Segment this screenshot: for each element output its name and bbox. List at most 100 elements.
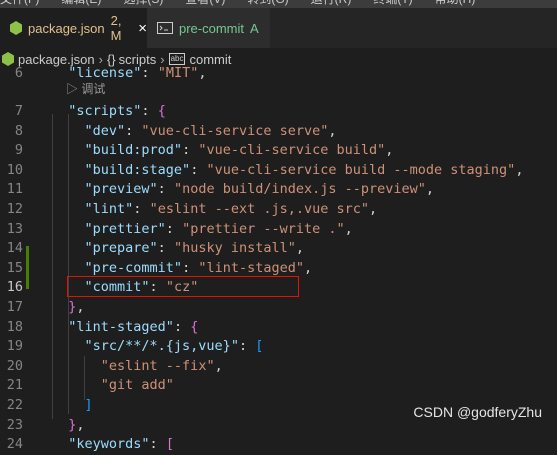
code-token: :	[182, 142, 199, 159]
code-token: :	[149, 279, 166, 296]
tab-label: pre-commit	[179, 20, 245, 36]
tab-label: package.json	[28, 20, 105, 36]
code-token: "husky install"	[173, 240, 296, 257]
code-token: ,	[369, 201, 378, 217]
line-number: 24	[6, 436, 23, 453]
line-number: 6	[14, 65, 23, 81]
code-token: :	[149, 436, 166, 453]
code-token: "vue-cli-service build --mode staging"	[206, 161, 516, 178]
code-token: "MIT"	[157, 65, 199, 81]
code-token: "build:prod"	[84, 142, 183, 159]
code-token: "scripts"	[68, 103, 142, 119]
code-token: ,	[76, 416, 85, 433]
code-token: ]	[84, 397, 93, 413]
code-token: ,	[425, 181, 435, 198]
menu-item[interactable]: 文件(F)	[0, 0, 39, 5]
watermark: CSDN @godferyZhu	[413, 404, 542, 420]
json-file-icon	[10, 21, 22, 35]
code-token: ,	[385, 142, 394, 159]
menu-bar: 文件(F) 编辑(E) 选择(S) 查看(V) 转到(G) 运行(R) 终端(T) 帮助(H)	[0, 0, 557, 8]
code-token: :	[182, 259, 199, 276]
code-token: [	[165, 436, 174, 453]
code-token: "keywords"	[68, 436, 150, 453]
menu-item[interactable]: 终端(T)	[373, 0, 412, 5]
code-token: "vue-cli-service serve"	[141, 122, 329, 139]
code-token: :	[125, 122, 142, 139]
code-token: "build:stage"	[84, 161, 191, 178]
code-token: :	[238, 338, 256, 355]
tab-status: 2, M	[110, 13, 122, 43]
code-token: {	[157, 103, 166, 119]
code-line[interactable]: 6 "license": "MIT",	[0, 62, 557, 84]
menu-item[interactable]: 运行(R)	[311, 0, 352, 5]
code-token: ,	[344, 220, 353, 237]
code-line[interactable]: 24 "keywords": [	[0, 433, 557, 455]
code-token: "lint-staged"	[198, 259, 304, 276]
code-token: :	[133, 201, 150, 217]
code-token: "lint-staged"	[68, 318, 174, 335]
code-token: ,	[515, 161, 524, 178]
code-token: "dev"	[84, 122, 126, 139]
code-token: ,	[214, 357, 223, 374]
menu-item[interactable]: 选择(S)	[123, 0, 163, 5]
code-token: "git add"	[100, 377, 174, 394]
code-token: ,	[198, 65, 207, 81]
code-token: "node build/index.js --preview"	[173, 181, 426, 198]
code-token: "prettier --write ."	[182, 220, 345, 237]
menu-item[interactable]: 帮助(H)	[435, 0, 476, 5]
code-token: "src/**/*.{js,vue}"	[84, 338, 239, 355]
code-token: {	[190, 318, 199, 335]
code-token: ,	[328, 122, 337, 139]
code-token: :	[190, 161, 207, 178]
code-token: "cz"	[165, 279, 199, 296]
code-token: :	[141, 65, 158, 81]
code-text: "license": "MIT",	[52, 62, 206, 84]
code-token: [	[255, 338, 264, 355]
code-token: :	[173, 318, 191, 335]
code-token: "commit"	[84, 279, 150, 296]
menu-item[interactable]: 查看(V)	[185, 0, 225, 5]
code-token: "vue-cli-service build"	[198, 142, 386, 159]
code-token: ,	[304, 259, 313, 276]
code-token: "lint"	[84, 201, 134, 217]
close-icon[interactable]: ×	[138, 20, 147, 37]
code-token: :	[165, 220, 183, 237]
menu-item[interactable]: 编辑(E)	[61, 0, 101, 5]
code-token: "prettier"	[84, 220, 166, 237]
code-token: :	[141, 103, 158, 119]
terminal-file-icon	[157, 22, 173, 34]
code-token: "license"	[68, 65, 142, 81]
code-token: "prepare"	[84, 240, 158, 257]
code-token: :	[157, 181, 174, 198]
code-token: "preview"	[84, 181, 158, 198]
editor-tab-bar: package.json 2, M × pre-commit A	[0, 8, 557, 48]
code-token: "eslint --ext .js,.vue src"	[149, 201, 370, 217]
code-token: ,	[295, 240, 304, 257]
tab-package-json[interactable]: package.json 2, M ×	[0, 8, 147, 48]
tab-status: A	[250, 20, 259, 36]
code-text: "keywords": [	[52, 433, 174, 455]
code-token: "eslint --fix"	[100, 357, 215, 374]
code-editor[interactable]: ▷ 调试 6 "license": "MIT", 7 "scripts": {8 …	[0, 65, 557, 452]
code-token: "pre-commit"	[84, 259, 183, 276]
tab-pre-commit[interactable]: pre-commit A	[147, 8, 270, 48]
menu-item[interactable]: 转到(G)	[247, 0, 288, 5]
